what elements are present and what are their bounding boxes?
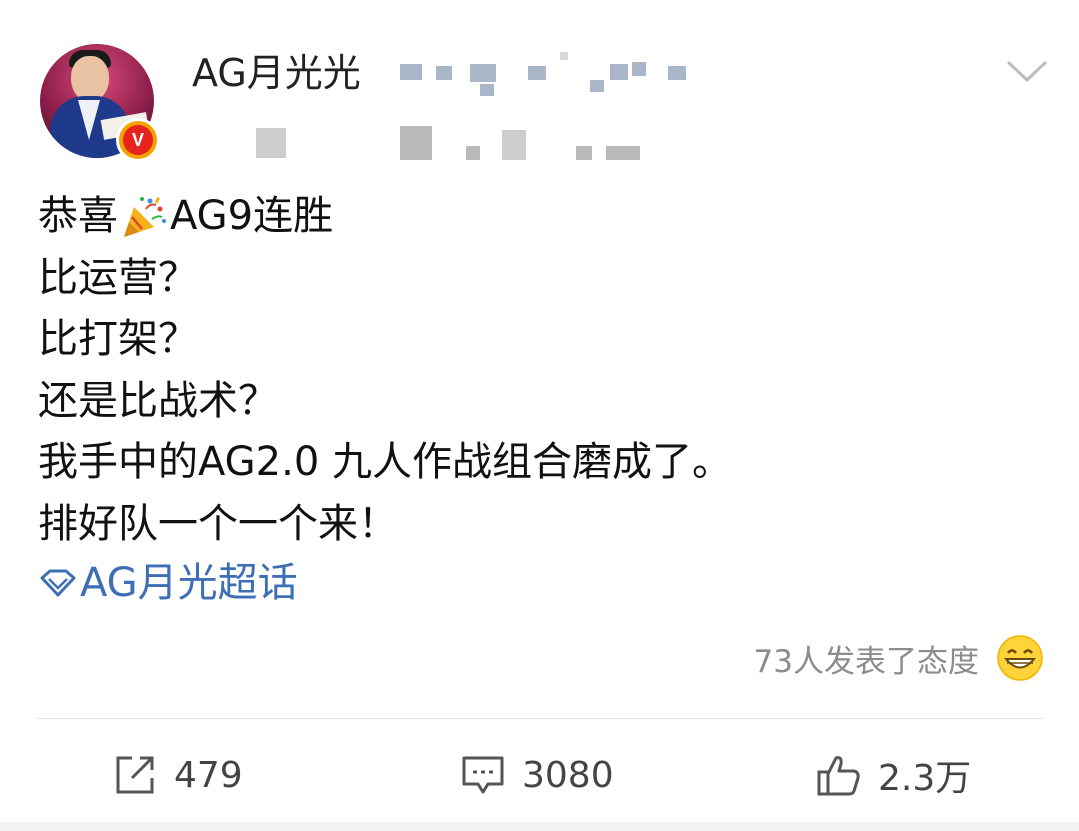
repost-icon	[116, 756, 154, 794]
post-line-2: 比运营？	[38, 254, 198, 301]
like-button[interactable]: 2.3万	[816, 748, 971, 802]
bottom-separator	[0, 822, 1079, 831]
comment-count: 3080	[522, 754, 614, 796]
attitude-count[interactable]: 73人发表了态度	[754, 640, 979, 684]
super-topic-link[interactable]: AG月光超话	[38, 556, 298, 610]
repost-button[interactable]: 479	[112, 748, 243, 802]
grin-emoji-icon[interactable]	[996, 634, 1044, 682]
comment-icon	[462, 756, 504, 794]
super-topic-diamond-icon	[40, 569, 76, 597]
post-body: 恭喜 AG9连胜 比运营？ 比打架？ 还是比战术？ 我手中的AG2.0 九人作战…	[38, 186, 732, 555]
username[interactable]: AG月光光	[192, 48, 361, 98]
post-line-6: 排好队一个一个来！	[38, 500, 398, 547]
weibo-post: V AG月光光 恭喜 AG9连胜 比运营？ 比打架？ 还是比战术？ 我手中的AG…	[0, 0, 1079, 831]
post-line-3: 比打架？	[38, 316, 198, 362]
repost-count: 479	[174, 754, 243, 796]
divider	[36, 718, 1044, 719]
verified-badge-label: V	[123, 125, 153, 155]
like-count: 2.3万	[878, 758, 972, 799]
chevron-down-icon[interactable]	[1004, 56, 1050, 86]
verified-badge: V	[116, 118, 160, 162]
thumbs-up-icon	[817, 756, 860, 796]
party-popper-icon	[124, 196, 166, 237]
super-topic-label: AG月光超话	[80, 560, 298, 606]
comment-button[interactable]: 3080	[460, 748, 614, 802]
post-line-4: 还是比战术？	[38, 377, 278, 424]
post-line-5: 我手中的AG2.0 九人作战组合磨成了。	[38, 439, 732, 485]
post-line-1: 恭喜 AG9连胜	[38, 193, 334, 239]
